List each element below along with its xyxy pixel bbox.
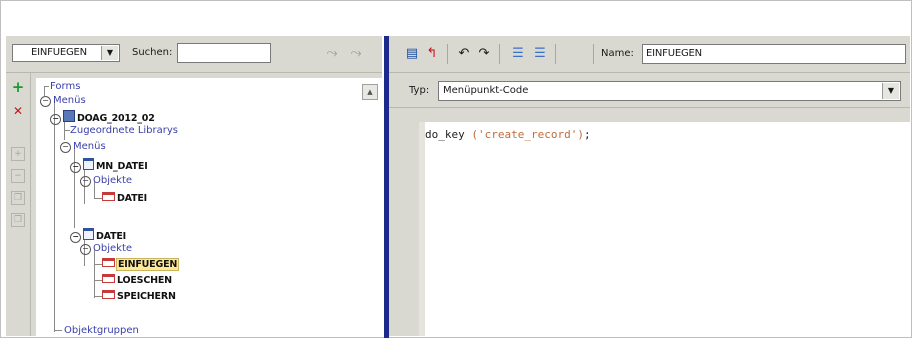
tree-node-menu-mn-datei[interactable]: − MN_DATEI — [70, 158, 148, 174]
object-selector-value: EINFUEGEN — [31, 47, 87, 58]
collapse-toggle-icon[interactable]: − — [60, 142, 71, 153]
tree-node-label: Objekte — [93, 175, 133, 186]
tree-node-label: MN_DATEI — [96, 161, 148, 172]
navigator-toolbar: EINFUEGEN ▼ Suchen: ⤳ ⤳ — [6, 36, 382, 73]
tree-node-item-einfuegen[interactable]: EINFUEGEN — [102, 258, 180, 272]
tree-node-attached-libraries[interactable]: Zugeordnete Librarys — [70, 124, 178, 138]
tree-node-label: DOAG_2012_02 — [77, 113, 155, 124]
tree-node-item-datei[interactable]: DATEI — [102, 192, 147, 206]
outdent-icon[interactable]: ☰ — [531, 45, 549, 63]
redo-icon[interactable]: ↷ — [475, 45, 493, 63]
tree-node-label: SPEICHERN — [117, 291, 176, 302]
name-field[interactable]: EINFUEGEN — [642, 44, 906, 64]
code-editor[interactable]: do_key ('create_record'); — [419, 122, 910, 336]
undo-icon[interactable]: ↶ — [455, 45, 473, 63]
compile-icon[interactable]: ▤ — [403, 45, 421, 63]
pl-sql-editor-pane: ▤ ↰ ↶ ↷ ☰ ☰ Name: EINFUEGEN Typ: Menüpun… — [389, 36, 910, 336]
tree-node-forms[interactable]: Forms — [50, 80, 80, 94]
type-select-value: Menüpunkt-Code — [443, 85, 529, 96]
tree-node-objects[interactable]: − Objekte — [80, 174, 132, 188]
navigator-side-toolbar: + ✕ + − ❐ ❐ — [6, 73, 31, 336]
collapse-toggle-icon[interactable]: − — [50, 114, 61, 125]
chevron-down-icon[interactable]: ▼ — [101, 46, 118, 60]
delete-icon[interactable]: ✕ — [10, 103, 26, 119]
search-forward-icon[interactable]: ⤳ — [321, 42, 343, 64]
code-line: do_key ('create_record'); — [425, 128, 591, 141]
tree-node-item-loeschen[interactable]: LOESCHEN — [102, 274, 172, 288]
add-icon[interactable]: + — [10, 79, 26, 95]
collapse-toggle-icon[interactable]: − — [80, 244, 91, 255]
scroll-up-icon[interactable]: ▲ — [362, 84, 378, 100]
tree-node-label: Zugeordnete Librarys — [70, 125, 179, 136]
tree-node-label-selected: EINFUEGEN — [115, 258, 180, 271]
tree-node-label: DATEI — [96, 231, 127, 242]
collapse-icon[interactable]: − — [11, 169, 25, 183]
menu-item-icon — [102, 290, 115, 299]
search-label: Suchen: — [132, 47, 173, 58]
menu-item-icon — [102, 192, 115, 201]
tree-node-label: Objekte — [93, 243, 133, 254]
object-tree[interactable]: ▲ Forms − Menüs − DOAG_2012_02 Zugeordnete… — [36, 78, 382, 336]
expand-icon[interactable]: + — [11, 147, 25, 161]
editor-toolbar: ▤ ↰ ↶ ↷ ☰ ☰ Name: EINFUEGEN — [389, 36, 910, 73]
menu-icon — [83, 228, 94, 240]
code-terminator: ; — [583, 128, 591, 141]
code-function: do_key — [425, 128, 472, 141]
menu-module-icon — [63, 110, 75, 122]
indent-icon[interactable]: ☰ — [509, 45, 527, 63]
tree-node-item-speichern[interactable]: SPEICHERN — [102, 290, 176, 304]
collapse-toggle-icon[interactable]: − — [40, 96, 51, 107]
type-label: Typ: — [409, 85, 430, 96]
search-backward-icon[interactable]: ⤳ — [345, 42, 367, 64]
collapse-toggle-icon[interactable]: − — [70, 162, 81, 173]
tree-node-label: Menüs — [53, 95, 86, 106]
chevron-down-icon[interactable]: ▼ — [882, 83, 899, 99]
tree-node-object-groups[interactable]: Objektgruppen — [64, 324, 139, 338]
menu-icon — [83, 158, 94, 170]
copy-icon[interactable]: ❐ — [11, 191, 25, 205]
collapse-toggle-icon[interactable]: − — [80, 176, 91, 187]
name-label: Name: — [601, 48, 634, 59]
object-selector[interactable]: EINFUEGEN ▼ — [12, 44, 120, 62]
menu-item-icon — [102, 258, 115, 267]
paste-icon[interactable]: ❐ — [11, 213, 25, 227]
type-select[interactable]: Menüpunkt-Code ▼ — [438, 81, 901, 101]
code-string: ('create_record') — [471, 128, 584, 141]
revert-icon[interactable]: ↰ — [423, 45, 441, 63]
tree-node-objects[interactable]: − Objekte — [80, 242, 132, 256]
tree-node-menus-root[interactable]: − Menüs — [40, 94, 86, 108]
type-row: Typ: Menüpunkt-Code ▼ — [389, 73, 910, 108]
tree-node-label: LOESCHEN — [117, 275, 172, 286]
tree-node-label: Objektgruppen — [64, 325, 139, 336]
menu-item-icon — [102, 274, 115, 283]
tree-node-label: DATEI — [117, 193, 148, 204]
tree-node-menus[interactable]: − Menüs — [60, 140, 106, 154]
tree-node-label: Forms — [50, 81, 81, 92]
object-navigator-pane: EINFUEGEN ▼ Suchen: ⤳ ⤳ + ✕ + − ❐ ❐ ▲ Fo… — [6, 36, 382, 336]
tree-node-label: Menüs — [73, 141, 106, 152]
editor-gutter — [419, 122, 425, 336]
search-input[interactable] — [177, 43, 271, 63]
